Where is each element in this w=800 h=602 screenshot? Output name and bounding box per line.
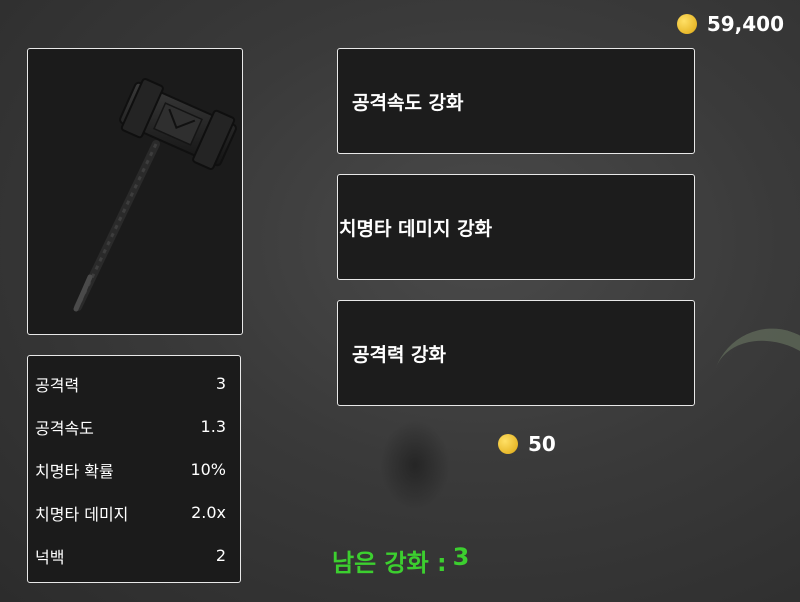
stat-row-knockback: 넉백 2 [35,534,226,577]
remaining-upgrades: 남은 강화 : 3 [332,543,469,578]
weapon-preview [27,48,243,335]
stat-label: 넉백 [35,547,65,567]
currency-display: 59,400 [676,12,784,36]
upgrade-cost: 50 [498,432,556,456]
remaining-label: 남은 강화 : [332,549,447,577]
upgrade-crit-damage-button[interactable]: 치명타 데미지 강화 [337,174,695,280]
stat-label: 치명타 확률 [35,461,114,481]
stat-row-crit-damage: 치명타 데미지 2.0x [35,491,226,534]
coin-icon [676,14,697,34]
stat-row-attack-speed: 공격속도 1.3 [35,405,226,448]
remaining-value: 3 [452,543,470,571]
background-figure [380,420,450,510]
stat-value: 1.3 [200,417,226,436]
upgrade-button-label: 공격속도 강화 [352,91,464,114]
stat-label: 치명타 데미지 [35,504,129,524]
stat-value: 2 [215,546,226,565]
upgrade-attack-button[interactable]: 공격력 강화 [337,300,695,406]
upgrade-button-label: 공격력 강화 [352,343,447,366]
upgrade-attack-speed-button[interactable]: 공격속도 강화 [337,48,695,154]
stat-row-crit-chance: 치명타 확률 10% [35,448,226,491]
currency-amount: 59,400 [706,12,784,36]
stat-value: 10% [190,460,226,479]
cost-amount: 50 [528,432,556,456]
hammer-icon [73,78,237,312]
background-decoration [710,311,800,423]
stat-value: 3 [215,374,226,393]
stat-row-attack: 공격력 3 [35,362,226,405]
stat-value: 2.0x [191,503,226,522]
stats-panel: 공격력 3 공격속도 1.3 치명타 확률 10% 치명타 데미지 2.0x 넉… [27,355,241,583]
stat-label: 공격속도 [35,418,94,438]
upgrade-button-label: 치명타 데미지 강화 [339,217,493,240]
stat-label: 공격력 [35,375,80,395]
coin-icon [498,434,518,454]
